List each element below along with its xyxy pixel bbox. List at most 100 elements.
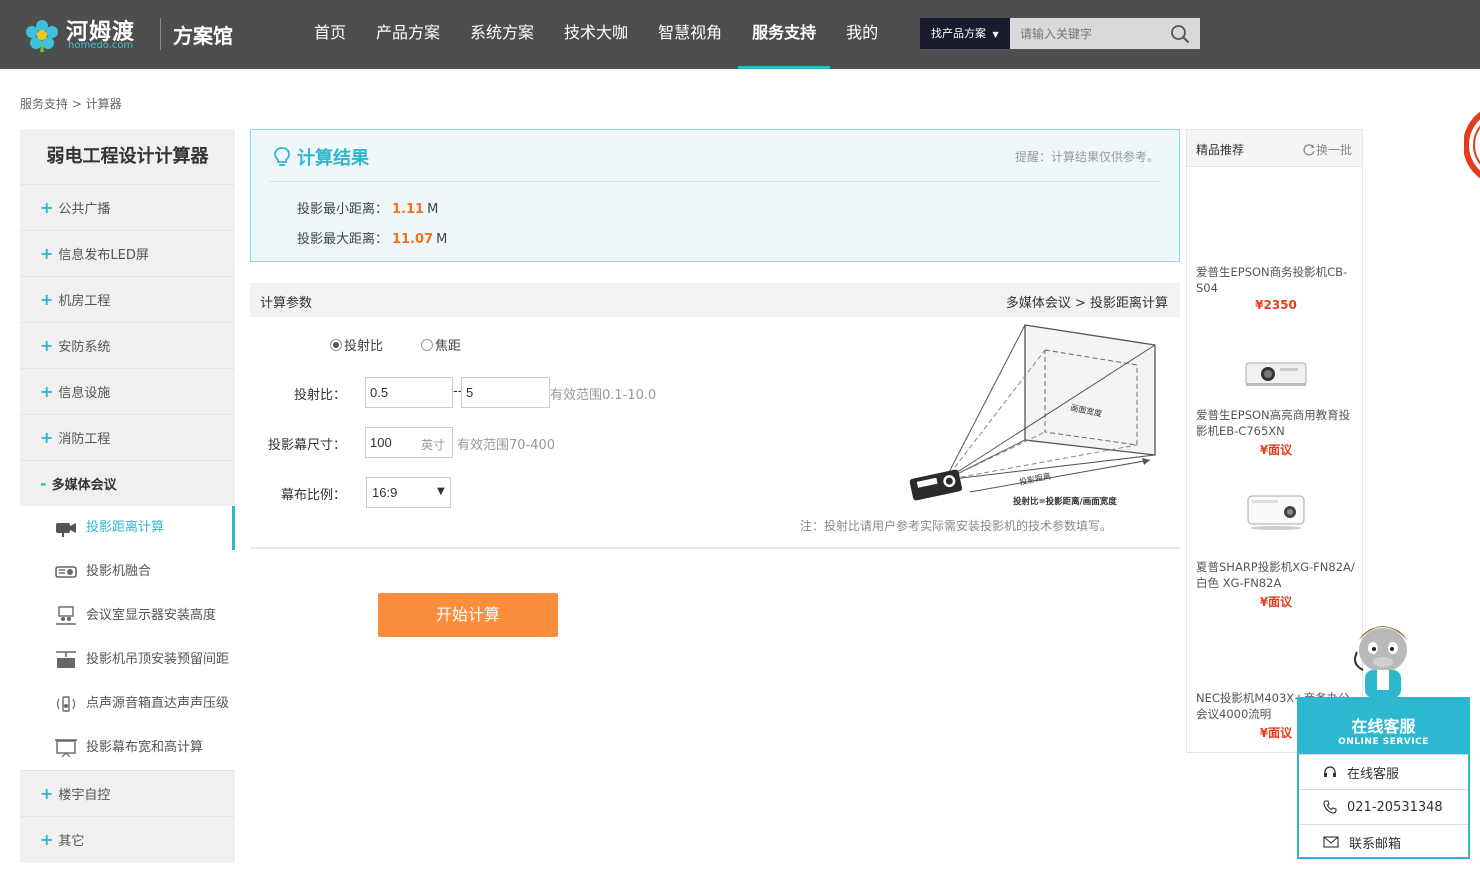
edge-badge-icon[interactable]	[1464, 100, 1480, 190]
plus-icon: +	[40, 382, 54, 401]
diagram-distance-label: 投影距离	[1018, 471, 1051, 487]
sidebar-item-machine-room[interactable]: + 机房工程	[20, 276, 235, 322]
start-calculate-button[interactable]: 开始计算	[378, 593, 558, 637]
diagram-formula: 投射比=投影距离/画面宽度	[1013, 496, 1117, 507]
logo-divider	[160, 18, 161, 50]
calculator-sidebar: 弱电工程设计计算器 + 公共广播 + 信息发布LED屏 + 机房工程 + 安防系统 + 信…	[20, 129, 235, 863]
nav-experts[interactable]: 技术大咖	[550, 0, 642, 69]
throw-ratio-label: 投射比：	[293, 388, 346, 403]
site-name[interactable]: 方案馆	[173, 20, 233, 49]
params-path: 多媒体会议 > 投影距离计算	[1005, 296, 1168, 311]
radio-throw-ratio[interactable]: 投射比	[330, 335, 383, 354]
sub-item-label: 投影幕布宽和高计算	[86, 740, 204, 755]
search-icon[interactable]	[1170, 24, 1190, 44]
screen-size-label: 投影幕尺寸：	[267, 438, 346, 453]
nav-service-support[interactable]: 服务支持	[738, 0, 831, 69]
product-price: ¥2350	[1255, 298, 1297, 312]
product-name[interactable]: 爱普生EPSON高亮商用教育投影机EB-C765XN	[1196, 407, 1356, 439]
max-distance-label: 投影最大距离：	[297, 232, 389, 247]
multimedia-sub-list: 投影距离计算 投影机融合 会议室显示器安装高度 投影机吊顶安装预留间距 点声源音…	[20, 506, 235, 770]
service-header: 在线客服 ONLINE SERVICE	[1299, 699, 1468, 754]
lightbulb-icon	[274, 147, 290, 166]
projector-product-image[interactable]	[1236, 487, 1316, 537]
main-nav: 首页 产品方案 系统方案 技术大咖 智慧视角 服务支持 我的	[300, 0, 894, 69]
sub-item-label: 投影机吊顶安装预留间距	[86, 652, 230, 667]
email-label: 联系邮箱	[1349, 836, 1402, 852]
sub-item-label: 投影距离计算	[86, 520, 165, 535]
sub-item-speaker-spl[interactable]: 点声源音箱直达声声压级	[20, 682, 235, 726]
throw-ratio-hint: 有效范围0.1-10.0	[550, 388, 657, 403]
recommend-item[interactable]: 爱普生EPSON高亮商用教育投影机EB-C765XN ¥面议	[1196, 348, 1356, 458]
plus-icon: +	[40, 784, 54, 803]
params-header: 计算参数 多媒体会议 > 投影距离计算	[250, 283, 1180, 317]
sub-item-label: 投影机融合	[86, 564, 152, 579]
max-distance-value: 11.07	[392, 232, 434, 247]
aspect-ratio-label: 幕布比例：	[280, 488, 346, 503]
sub-item-projection-distance[interactable]: 投影距离计算	[20, 506, 235, 550]
caret-down-icon: ▼	[437, 486, 445, 497]
mode-radio-group: 投射比 焦距	[330, 335, 499, 354]
customer-service-mascot[interactable]	[1343, 618, 1423, 703]
refresh-label: 换一批	[1315, 143, 1352, 157]
plus-icon: +	[40, 244, 54, 263]
result-divider	[269, 181, 1161, 182]
sidebar-item-label: 楼宇自控	[58, 788, 111, 803]
nav-insights[interactable]: 智慧视角	[644, 0, 736, 69]
refresh-button[interactable]: 换一批	[1302, 141, 1352, 158]
nav-systems[interactable]: 系统方案	[456, 0, 548, 69]
sidebar-item-security[interactable]: + 安防系统	[20, 322, 235, 368]
logo-icon[interactable]	[20, 14, 64, 54]
sidebar-item-other[interactable]: + 其它	[20, 816, 235, 862]
product-price: ¥面议	[1259, 595, 1293, 609]
product-name[interactable]: 爱普生EPSON商务投影机CB-S04	[1196, 264, 1356, 296]
params-title: 计算参数	[260, 296, 313, 311]
sidebar-item-building-automation[interactable]: + 楼宇自控	[20, 770, 235, 816]
phone-link[interactable]: 021-20531348	[1299, 789, 1468, 824]
sub-item-screen-size[interactable]: 投影幕布宽和高计算	[20, 726, 235, 770]
breadcrumb[interactable]: 服务支持 > 计算器	[20, 95, 122, 112]
sidebar-item-fire[interactable]: + 消防工程	[20, 414, 235, 460]
radio-focal-length[interactable]: 焦距	[421, 335, 461, 354]
nav-home[interactable]: 首页	[300, 0, 360, 69]
sidebar-item-label: 信息发布LED屏	[58, 248, 149, 263]
nav-mine[interactable]: 我的	[832, 0, 892, 69]
throw-ratio-min-input[interactable]: 0.5	[365, 377, 453, 408]
screen-size-unit: 英寸	[421, 438, 446, 452]
projector-product-image[interactable]	[1236, 348, 1316, 398]
online-service-label: 在线客服	[1347, 766, 1400, 782]
radio-label: 投射比	[344, 339, 384, 354]
screen-icon	[55, 739, 77, 758]
online-service-panel: 在线客服 ONLINE SERVICE 在线客服 021-20531348 联系…	[1297, 697, 1470, 859]
recommend-header: 精品推荐 换一批	[1187, 130, 1362, 167]
result-tip: 提醒：计算结果仅供参考。	[1014, 150, 1159, 164]
min-distance-label: 投影最小距离：	[297, 202, 389, 217]
result-panel: 计算结果 提醒：计算结果仅供参考。 投影最小距离： 1.11 M 投影最大距离： 11…	[250, 129, 1180, 262]
radio-checked-icon	[330, 338, 342, 351]
sidebar-item-info-facilities[interactable]: + 信息设施	[20, 368, 235, 414]
params-note: 注：投射比请用户参考实际需安装投影机的技术参数填写。	[800, 519, 1113, 533]
sidebar-item-public-broadcast[interactable]: + 公共广播	[20, 184, 235, 230]
sidebar-item-label: 信息设施	[58, 386, 111, 401]
service-title-en: ONLINE SERVICE	[1338, 737, 1429, 747]
recommend-item[interactable]: 夏普SHARP投影机XG-FN82A/白色 XG-FN82A ¥面议	[1196, 487, 1356, 610]
sub-item-display-height[interactable]: 会议室显示器安装高度	[20, 594, 235, 638]
throw-ratio-max-input[interactable]: 5	[461, 377, 550, 408]
search-bar: 找产品方案 ▼	[920, 18, 1200, 49]
sub-item-projector-blending[interactable]: 投影机融合	[20, 550, 235, 594]
plus-icon: +	[40, 428, 54, 447]
service-title-cn: 在线客服	[1351, 717, 1416, 736]
product-name[interactable]: 夏普SHARP投影机XG-FN82A/白色 XG-FN82A	[1196, 559, 1356, 591]
search-type-dropdown[interactable]: 找产品方案 ▼	[920, 18, 1010, 49]
recommend-item[interactable]: 爱普生EPSON商务投影机CB-S04 ¥2350	[1196, 264, 1356, 312]
sub-item-ceiling-spacing[interactable]: 投影机吊顶安装预留间距	[20, 638, 235, 682]
plus-icon: +	[40, 336, 54, 355]
plus-icon: +	[40, 198, 54, 217]
aspect-ratio-value: 16:9	[372, 485, 398, 500]
sidebar-item-multimedia[interactable]: - 多媒体会议	[20, 460, 235, 506]
search-type-label: 找产品方案	[931, 27, 986, 40]
email-link[interactable]: 联系邮箱	[1299, 824, 1468, 859]
minus-icon: -	[40, 474, 47, 493]
online-service-link[interactable]: 在线客服	[1299, 754, 1468, 789]
nav-products[interactable]: 产品方案	[362, 0, 454, 69]
sidebar-item-led-screen[interactable]: + 信息发布LED屏	[20, 230, 235, 276]
